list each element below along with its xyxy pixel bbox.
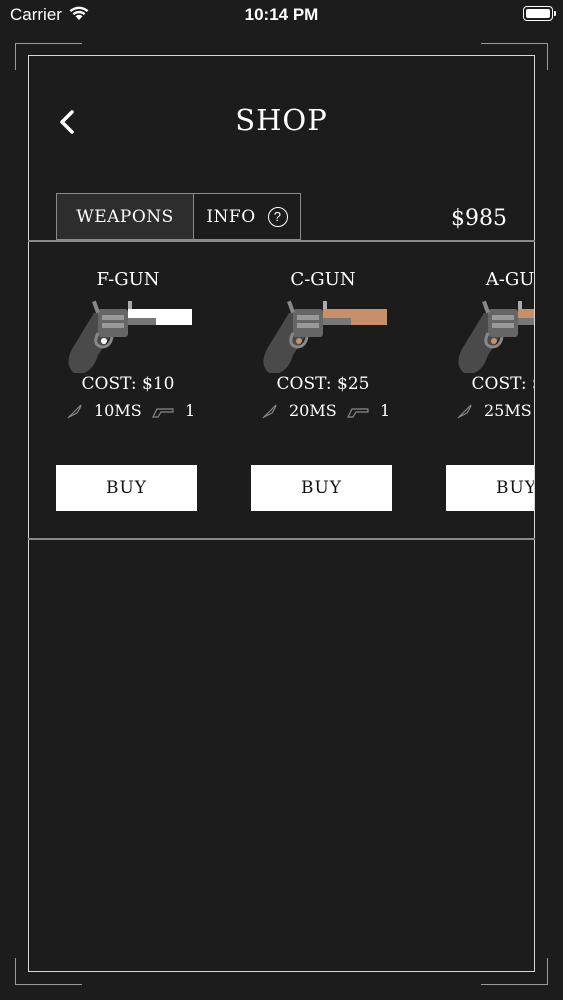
weapon-name: C-GUN	[290, 269, 356, 290]
bullet-icon	[262, 404, 277, 418]
weapon-stats: 25MS 1	[418, 401, 534, 423]
pistol-outline-icon	[347, 407, 369, 418]
battery-icon	[523, 6, 556, 21]
weapon-card: F-GUN COST: $10 10MS 1 BUY	[28, 241, 228, 538]
weapon-name: A-GUN	[485, 269, 534, 290]
status-bar: Carrier 10:14 PM	[0, 0, 563, 30]
weapon-card: A-GUN COST: $25 25MS	[418, 241, 534, 538]
weapon-name: F-GUN	[96, 269, 160, 290]
tab-label: INFO	[206, 206, 256, 227]
speed-value: 25MS	[484, 401, 532, 420]
tab-info[interactable]: INFO ?	[193, 193, 301, 240]
help-icon: ?	[267, 206, 288, 227]
pistol-outline-icon	[152, 407, 174, 418]
tab-label: WEAPONS	[76, 206, 174, 227]
cost-label: COST: $25	[276, 374, 370, 394]
buy-button[interactable]: BUY	[251, 465, 392, 511]
speed-value: 20MS	[289, 401, 337, 420]
cost-label: COST: $25	[471, 374, 534, 394]
balance-label: $985	[451, 206, 507, 231]
bullet-icon	[67, 404, 82, 418]
weapon-stats: 10MS 1	[28, 401, 228, 423]
buy-button[interactable]: BUY	[446, 465, 534, 511]
revolver-icon	[68, 300, 192, 373]
divider	[28, 538, 535, 540]
cost-label: COST: $10	[81, 374, 175, 394]
revolver-icon	[263, 300, 387, 373]
bullet-icon	[457, 404, 472, 418]
buy-button[interactable]: BUY	[56, 465, 197, 511]
weapon-card: C-GUN COST: $25 20MS 1 BUY	[223, 241, 423, 538]
revolver-icon	[458, 300, 534, 373]
clock: 10:14 PM	[244, 5, 319, 24]
tab-bar: WEAPONS INFO ?	[56, 193, 301, 240]
ammo-value: 1	[185, 401, 196, 420]
page-title: SHOP	[235, 103, 328, 137]
tab-weapons[interactable]: WEAPONS	[56, 193, 193, 240]
ammo-value: 1	[380, 401, 391, 420]
weapon-carousel[interactable]: F-GUN COST: $10 10MS 1 BUY C-GUN COST: $…	[28, 241, 534, 538]
speed-value: 10MS	[94, 401, 142, 420]
weapon-stats: 20MS 1	[223, 401, 423, 423]
